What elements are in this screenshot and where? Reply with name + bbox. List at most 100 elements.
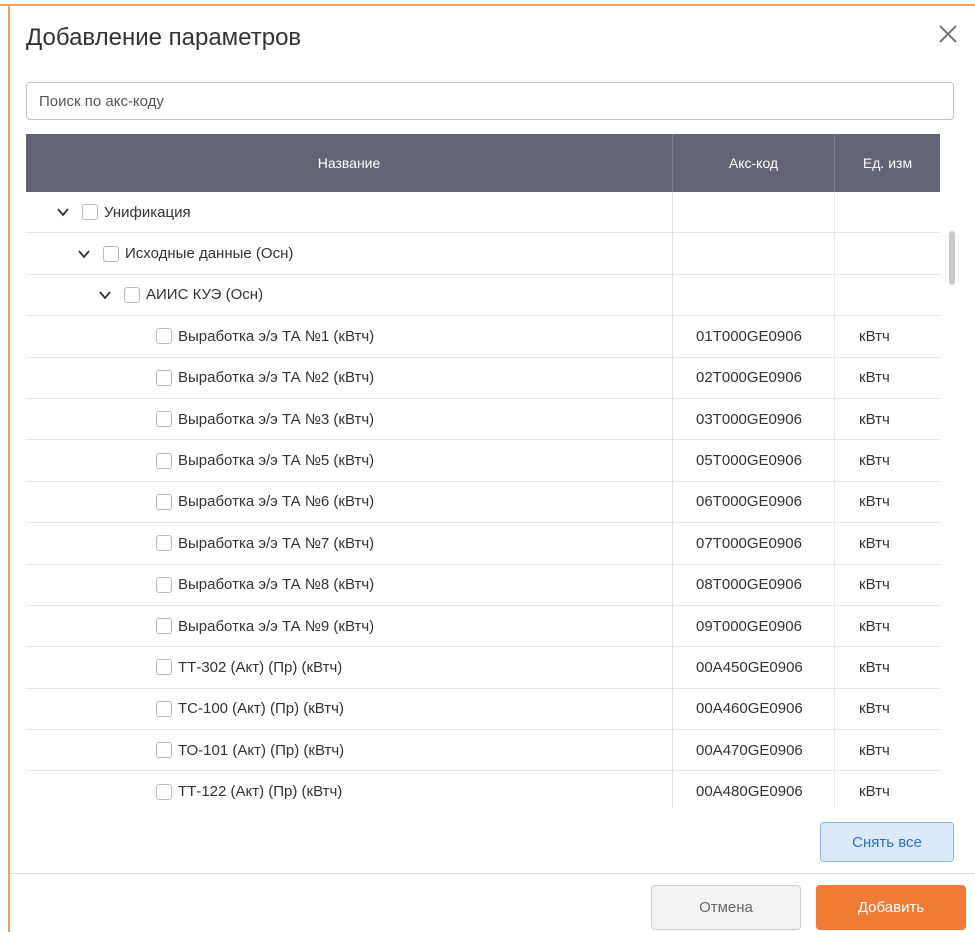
chevron-down-icon[interactable] bbox=[98, 288, 112, 302]
tree-group-row[interactable]: Исходные данные (Осн) bbox=[26, 233, 940, 275]
row-name-label: Выработка э/э ТА №3 (кВтч) bbox=[178, 410, 375, 428]
cell-unit: кВтч bbox=[859, 493, 890, 511]
cell-name: Выработка э/э ТА №8 (кВтч) bbox=[26, 564, 673, 605]
close-icon bbox=[939, 25, 957, 43]
cell-unit: кВтч bbox=[859, 658, 890, 676]
row-name-label: Выработка э/э ТА №1 (кВтч) bbox=[178, 327, 375, 345]
row-name-label: Выработка э/э ТА №6 (кВтч) bbox=[178, 493, 375, 511]
table-row[interactable]: ТС-100 (Акт) (Пр) (кВтч) 00A460GE0906 кВтч bbox=[26, 688, 940, 731]
table-row[interactable]: ТТ-302 (Акт) (Пр) (кВтч) 00A450GE0906 кВтч bbox=[26, 647, 940, 689]
row-checkbox[interactable] bbox=[156, 783, 172, 800]
row-name-label: Выработка э/э ТА №7 (кВтч) bbox=[178, 534, 375, 552]
row-checkbox[interactable] bbox=[156, 493, 172, 510]
table-row[interactable]: Выработка э/э ТА №5 (кВтч) 05T000GE0906 кВ… bbox=[26, 440, 940, 482]
scrollbar-thumb[interactable] bbox=[949, 231, 955, 285]
cell-name: ТТ-302 (Акт) (Пр) (кВтч) bbox=[26, 647, 673, 688]
footer-divider bbox=[10, 873, 975, 874]
chevron-down-icon[interactable] bbox=[77, 247, 91, 261]
row-checkbox[interactable] bbox=[156, 742, 172, 759]
cell-code: 00A460GE0906 bbox=[673, 688, 835, 730]
cell-code: 07T000GE0906 bbox=[673, 523, 835, 564]
table-header: Название Акс-код Ед. изм bbox=[26, 134, 940, 192]
cell-name: ТО-101 (Акт) (Пр) (кВтч) bbox=[26, 730, 673, 771]
row-checkbox[interactable] bbox=[124, 286, 140, 303]
table-row[interactable]: Выработка э/э ТА №6 (кВтч) 06T000GE0906 кВ… bbox=[26, 481, 940, 524]
parameters-table: Название Акс-код Ед. изм Унификация Исход… bbox=[26, 134, 940, 808]
table-row[interactable]: ТО-101 (Акт) (Пр) (кВтч) 00A470GE0906 кВтч bbox=[26, 730, 940, 772]
cell-code: 00A450GE0906 bbox=[673, 647, 835, 688]
row-name-label: АИИС КУЭ (Осн) bbox=[146, 286, 264, 304]
row-checkbox[interactable] bbox=[156, 452, 172, 469]
cell-code: 02T000GE0906 bbox=[673, 357, 835, 398]
row-checkbox[interactable] bbox=[156, 535, 172, 552]
cell-unit: кВтч bbox=[859, 410, 890, 428]
cell-unit bbox=[835, 233, 940, 273]
cell-unit: кВтч bbox=[859, 576, 890, 594]
cell-name: Выработка э/э ТА №6 (кВтч) bbox=[26, 481, 673, 523]
cell-unit: кВтч bbox=[859, 617, 890, 635]
cell-name: ТТ-122 (Акт) (Пр) (кВтч) bbox=[26, 771, 673, 808]
table-row[interactable]: Выработка э/э ТА №7 (кВтч) 07T000GE0906 кВ… bbox=[26, 523, 940, 565]
cell-name: Выработка э/э ТА №5 (кВтч) bbox=[26, 440, 673, 481]
cell-code: 06T000GE0906 bbox=[673, 481, 835, 523]
row-checkbox[interactable] bbox=[156, 618, 172, 635]
column-header-code[interactable]: Акс-код bbox=[673, 134, 835, 192]
cell-unit: кВтч bbox=[859, 369, 890, 387]
cell-code: 03T000GE0906 bbox=[673, 398, 835, 440]
row-name-label: Исходные данные (Осн) bbox=[125, 245, 294, 263]
table-row[interactable]: ТТ-122 (Акт) (Пр) (кВтч) 00A480GE0906 кВтч bbox=[26, 771, 940, 808]
cell-unit: кВтч bbox=[859, 327, 890, 345]
row-name-label: ТО-101 (Акт) (Пр) (кВтч) bbox=[178, 741, 345, 759]
cell-name: Исходные данные (Осн) bbox=[26, 233, 673, 274]
cell-unit: кВтч bbox=[859, 783, 890, 801]
cell-code bbox=[673, 233, 835, 274]
table-row[interactable]: Выработка э/э ТА №3 (кВтч) 03T000GE0906 кВ… bbox=[26, 398, 940, 441]
cell-code: 05T000GE0906 bbox=[673, 440, 835, 481]
row-name-label: ТТ-122 (Акт) (Пр) (кВтч) bbox=[178, 783, 343, 801]
row-name-label: Выработка э/э ТА №2 (кВтч) bbox=[178, 369, 375, 387]
cell-unit: кВтч bbox=[859, 452, 890, 470]
cell-name: АИИС КУЭ (Осн) bbox=[26, 274, 673, 316]
column-header-unit[interactable]: Ед. изм bbox=[835, 134, 940, 192]
cell-unit: кВтч bbox=[859, 700, 890, 718]
row-checkbox[interactable] bbox=[82, 204, 98, 221]
row-checkbox[interactable] bbox=[156, 328, 172, 345]
table-row[interactable]: Выработка э/э ТА №8 (кВтч) 08T000GE0906 кВ… bbox=[26, 564, 940, 606]
tree-group-row[interactable]: АИИС КУЭ (Осн) bbox=[26, 274, 940, 317]
close-button[interactable] bbox=[934, 20, 962, 48]
cell-code: 01T000GE0906 bbox=[673, 316, 835, 357]
row-name-label: Унификация bbox=[104, 203, 191, 221]
row-checkbox[interactable] bbox=[156, 411, 172, 428]
row-checkbox[interactable] bbox=[156, 576, 172, 593]
add-button[interactable]: Добавить bbox=[816, 885, 966, 930]
cell-unit: кВтч bbox=[859, 741, 890, 759]
table-row[interactable]: Выработка э/э ТА №2 (кВтч) 02T000GE0906 кВ… bbox=[26, 357, 940, 399]
cell-code: 09T000GE0906 bbox=[673, 605, 835, 647]
row-name-label: Выработка э/э ТА №9 (кВтч) bbox=[178, 617, 375, 635]
row-name-label: ТС-100 (Акт) (Пр) (кВтч) bbox=[178, 700, 344, 718]
table-row[interactable]: Выработка э/э ТА №9 (кВтч) 09T000GE0906 кВ… bbox=[26, 605, 940, 648]
chevron-down-icon[interactable] bbox=[56, 205, 70, 219]
cell-unit bbox=[835, 275, 940, 315]
search-input[interactable] bbox=[26, 82, 954, 120]
row-name-label: Выработка э/э ТА №8 (кВтч) bbox=[178, 576, 375, 594]
row-checkbox[interactable] bbox=[103, 245, 119, 262]
cell-name: Выработка э/э ТА №1 (кВтч) bbox=[26, 316, 673, 357]
cancel-button[interactable]: Отмена bbox=[651, 885, 801, 930]
row-checkbox[interactable] bbox=[156, 659, 172, 676]
cell-unit: кВтч bbox=[859, 534, 890, 552]
cell-name: Унификация bbox=[26, 192, 673, 233]
cell-code bbox=[673, 192, 835, 233]
tree-group-row[interactable]: Унификация bbox=[26, 192, 940, 234]
row-checkbox[interactable] bbox=[156, 700, 172, 717]
cell-name: Выработка э/э ТА №3 (кВтч) bbox=[26, 398, 673, 440]
dialog-title: Добавление параметров bbox=[26, 24, 302, 51]
row-checkbox[interactable] bbox=[156, 369, 172, 386]
clear-all-button[interactable]: Снять все bbox=[820, 822, 954, 862]
table-row[interactable]: Выработка э/э ТА №1 (кВтч) 01T000GE0906 кВ… bbox=[26, 316, 940, 358]
cell-code: 00A470GE0906 bbox=[673, 730, 835, 771]
cell-unit bbox=[835, 192, 940, 232]
cell-name: Выработка э/э ТА №7 (кВтч) bbox=[26, 523, 673, 564]
cell-name: Выработка э/э ТА №2 (кВтч) bbox=[26, 357, 673, 398]
column-header-name[interactable]: Название bbox=[26, 134, 673, 192]
